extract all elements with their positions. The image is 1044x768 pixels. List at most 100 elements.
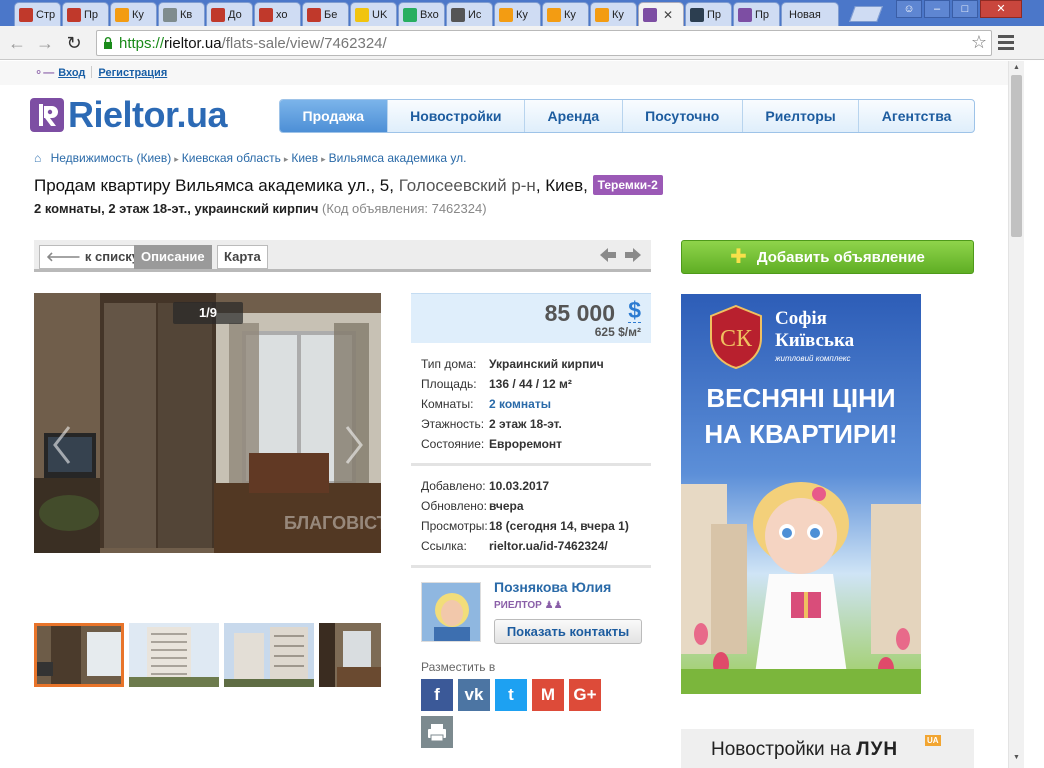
close-tab-icon[interactable]: ✕	[663, 8, 673, 22]
browser-tab[interactable]: Бе	[302, 2, 349, 26]
photo-prev-icon[interactable]	[52, 425, 72, 465]
scroll-thumb[interactable]	[1011, 75, 1022, 237]
back-to-list-tab[interactable]: 🡐 к списку	[39, 245, 147, 269]
nav-item[interactable]: Агентства	[859, 100, 974, 132]
browser-tab[interactable]: Ку	[110, 2, 157, 26]
address-bar[interactable]: https://rieltor.ua/flats-sale/view/74623…	[96, 30, 992, 56]
price-box: 85 000 $ 625 $/м²	[411, 293, 651, 343]
favicon-icon	[163, 7, 177, 22]
minimize-icon[interactable]: –	[924, 0, 950, 18]
browser-tab-active[interactable]: ✕	[638, 2, 684, 26]
tab-label: Пр	[707, 8, 722, 21]
browser-tab[interactable]: Вхо	[398, 2, 445, 26]
neighborhood-badge[interactable]: Теремки-2	[592, 175, 663, 195]
site-logo[interactable]: Rieltor.ua	[30, 94, 228, 136]
browser-menu-icon[interactable]	[998, 35, 1014, 53]
detail-value: вчера	[489, 499, 524, 513]
scroll-up-icon[interactable]: ▲	[1013, 64, 1020, 71]
people-icon: ♟♟	[544, 600, 563, 611]
browser-tab[interactable]: Пр	[685, 2, 732, 26]
plus-icon: ✚	[730, 246, 747, 268]
breadcrumb-link[interactable]: Недвижимость (Киев)	[51, 151, 172, 165]
prev-listing-icon[interactable]	[599, 247, 617, 263]
close-window-icon[interactable]: ✕	[980, 0, 1022, 18]
thumbnail[interactable]	[224, 623, 314, 687]
main-photo[interactable]: БЛАГОВІСТ 1/9	[34, 293, 381, 553]
detail-row: Ссылка: rieltor.ua/id-7462324/	[421, 539, 629, 559]
tab-label: До	[228, 8, 242, 21]
browser-tab[interactable]: Новая	[781, 2, 839, 26]
maximize-icon[interactable]: □	[952, 0, 978, 18]
tab-label: Стр	[36, 8, 56, 21]
add-listing-button[interactable]: ✚ Добавить объявление	[681, 240, 974, 274]
nav-item[interactable]: Посуточно	[623, 100, 743, 132]
detail-row: Состояние: Евроремонт	[421, 437, 604, 457]
breadcrumb-link[interactable]: Киев	[291, 151, 318, 165]
tab-label: Ку	[564, 8, 576, 21]
detail-value[interactable]: 2 комнаты	[489, 397, 551, 417]
browser-tab[interactable]: Ку	[494, 2, 541, 26]
facebook-icon[interactable]: f	[421, 679, 453, 711]
print-icon[interactable]	[421, 716, 453, 748]
nav-item[interactable]: Аренда	[525, 100, 623, 132]
nav-item[interactable]: Риелторы	[743, 100, 860, 132]
back-icon[interactable]: ←	[6, 32, 28, 54]
detail-label: Комнаты:	[421, 397, 474, 411]
user-icon[interactable]: ☺	[896, 0, 922, 18]
tab-description[interactable]: Описание	[134, 245, 212, 269]
detail-row: Просмотры: 18 (сегодня 14, вчера 1)	[421, 519, 629, 539]
scroll-down-icon[interactable]: ▼	[1013, 754, 1020, 761]
page-scrollbar[interactable]: ▲ ▼	[1008, 61, 1024, 768]
bookmark-star-icon[interactable]: ☆	[971, 32, 987, 53]
show-contacts-button[interactable]: Показать контакты	[494, 619, 642, 644]
advertisement-banner[interactable]: СК Софія Київська житловий комплекс ВЕСНЯ…	[681, 294, 921, 694]
lun-tag: UA	[925, 735, 941, 746]
thumbnail[interactable]	[319, 623, 381, 687]
svg-text:СК: СК	[720, 326, 753, 352]
photo-next-icon[interactable]	[344, 425, 364, 465]
browser-tab[interactable]: Пр	[62, 2, 109, 26]
browser-tab[interactable]: Стр	[14, 2, 61, 26]
browser-tab[interactable]: Ку	[590, 2, 637, 26]
next-listing-icon[interactable]	[624, 247, 642, 263]
favicon-icon	[259, 7, 273, 22]
currency-switch[interactable]: $	[628, 298, 641, 323]
favicon-icon	[690, 7, 704, 22]
browser-tab[interactable]: хо	[254, 2, 301, 26]
browser-tab[interactable]: До	[206, 2, 253, 26]
agent-name[interactable]: Познякова Юлия	[494, 579, 611, 595]
twitter-icon[interactable]: t	[495, 679, 527, 711]
browser-tab[interactable]: Ку	[542, 2, 589, 26]
login-link[interactable]: Вход	[58, 67, 85, 79]
thumbnail[interactable]	[129, 623, 219, 687]
browser-tab[interactable]: Кв	[158, 2, 205, 26]
tab-map[interactable]: Карта	[217, 245, 268, 269]
logo-mark-icon	[30, 98, 64, 132]
home-icon[interactable]: ⌂	[34, 151, 41, 165]
detail-label: Состояние:	[421, 437, 485, 451]
reload-icon[interactable]: ↻	[63, 32, 85, 54]
browser-tab[interactable]: Пр	[733, 2, 780, 26]
lun-promo[interactable]: Новостройки на ЛУН UA	[681, 729, 974, 768]
nav-item[interactable]: Новостройки	[388, 100, 526, 132]
new-tab-button[interactable]	[849, 6, 883, 22]
favicon-icon	[307, 7, 321, 22]
forward-icon[interactable]: →	[34, 32, 56, 54]
nav-item[interactable]: Продажа	[280, 100, 388, 132]
browser-tab[interactable]: Ис	[446, 2, 493, 26]
browser-tab[interactable]: UK	[350, 2, 397, 26]
google-plus-icon[interactable]: G+	[569, 679, 601, 711]
breadcrumb-separator-icon: ▸	[283, 154, 289, 164]
breadcrumb-link[interactable]: Вильямса академика ул.	[329, 151, 467, 165]
breadcrumb-link[interactable]: Киевская область	[182, 151, 281, 165]
detail-row: Обновлено: вчера	[421, 499, 629, 519]
listing-meta: Добавлено: 10.03.2017 Обновлено: вчера Просм…	[421, 479, 629, 559]
gmail-icon[interactable]: M	[532, 679, 564, 711]
district-link[interactable]: Голосеевский р-н	[399, 176, 536, 195]
vkontakte-icon[interactable]: vk	[458, 679, 490, 711]
breadcrumb-separator-icon: ▸	[321, 154, 326, 164]
detail-row: Этажность: 2 этаж 18-эт.	[421, 417, 604, 437]
avatar[interactable]	[421, 582, 481, 642]
thumbnail[interactable]	[34, 623, 124, 687]
register-link[interactable]: Регистрация	[98, 67, 167, 79]
